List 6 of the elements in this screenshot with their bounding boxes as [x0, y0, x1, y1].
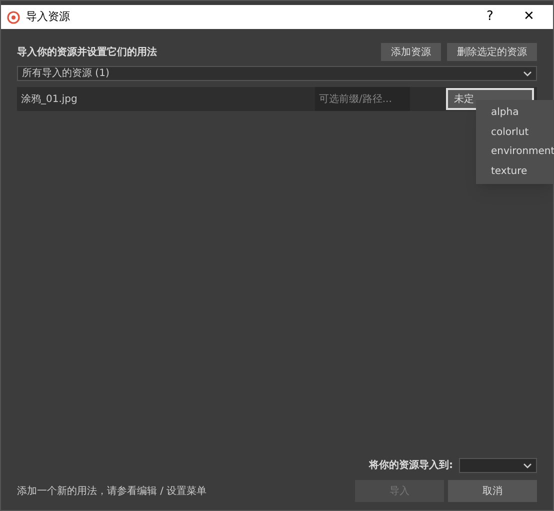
hint-text: 添加一个新的用法，请参看编辑 / 设置菜单 [17, 484, 208, 498]
window-title: 导入资源 [26, 8, 71, 25]
asset-name: 涂鸦_01.jpg [20, 92, 78, 106]
filter-value: 所有导入的资源 (1) [22, 68, 110, 78]
section-heading: 导入你的资源并设置它们的用法 [17, 45, 158, 60]
target-label: 将你的资源导入到: [369, 458, 453, 473]
